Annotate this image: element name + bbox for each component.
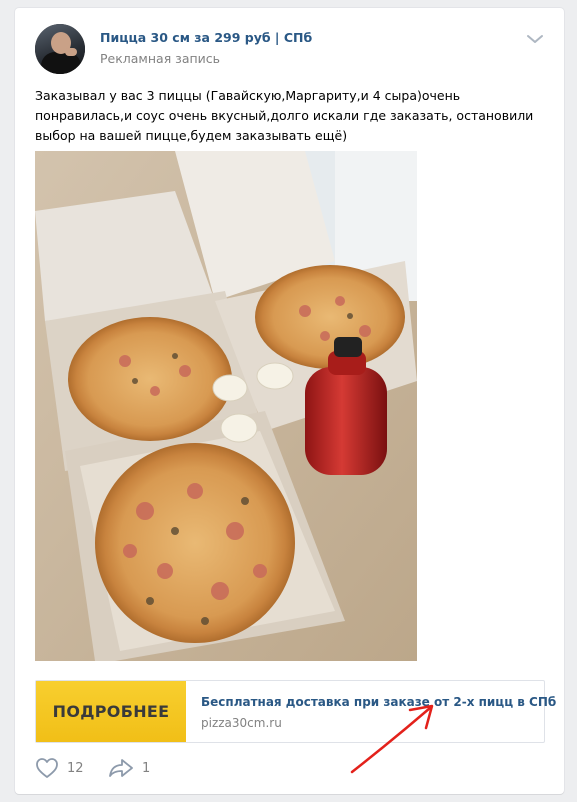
heart-icon (36, 758, 58, 778)
link-snippet[interactable]: ПОДРОБНЕЕ Бесплатная доставка при заказе… (35, 680, 556, 743)
like-button[interactable]: 12 (35, 756, 84, 780)
shares-count: 1 (142, 760, 151, 776)
chevron-down-icon[interactable] (525, 32, 545, 46)
post-text: Заказывал у вас 3 пиццы (Гавайскую,Марга… (35, 88, 534, 143)
more-button[interactable]: ПОДРОБНЕЕ (36, 681, 186, 742)
snippet-domain: pizza30cm.ru (201, 716, 282, 730)
post-actions: 12 1 (35, 756, 335, 780)
likes-count: 12 (67, 760, 84, 776)
share-button[interactable]: 1 (108, 756, 150, 780)
ad-label: Рекламная запись (100, 51, 221, 66)
snippet-title[interactable]: Бесплатная доставка при заказе от 2-х пи… (201, 695, 556, 709)
post-photo[interactable] (35, 151, 417, 661)
avatar[interactable] (35, 24, 85, 74)
share-arrow-icon (109, 759, 133, 777)
pizza-photo-illustration (35, 151, 417, 661)
ad-post-card: Пицца 30 см за 299 руб | СПб Рекламная з… (15, 8, 564, 794)
post-author-link[interactable]: Пицца 30 см за 299 руб | СПб (100, 30, 312, 45)
